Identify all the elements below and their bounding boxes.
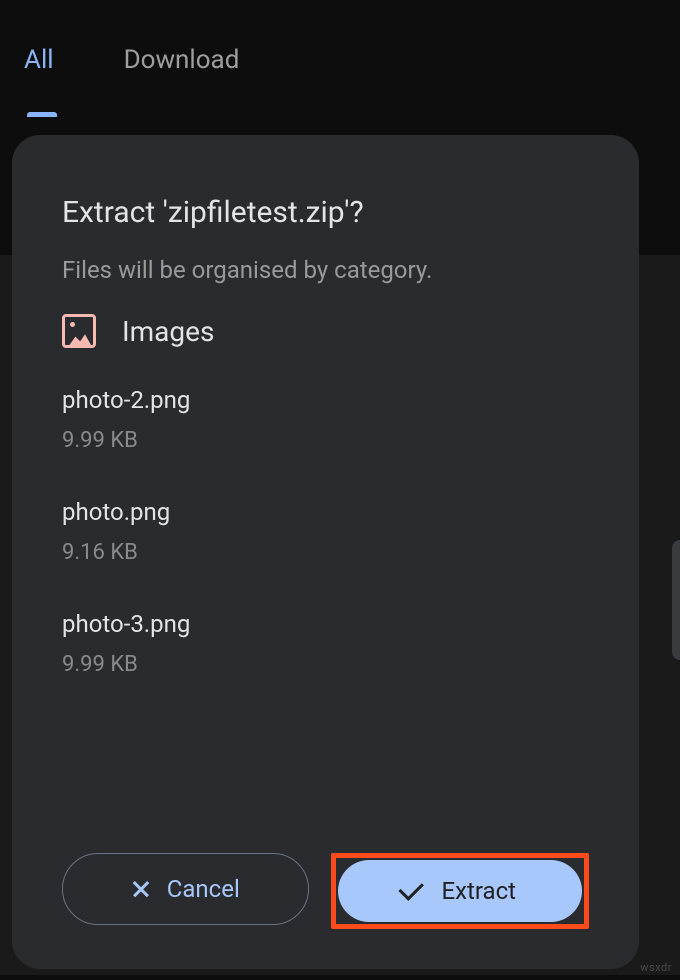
file-size: 9.99 KB: [62, 652, 589, 677]
close-icon: [131, 879, 151, 899]
check-icon: [399, 875, 424, 900]
list-item: photo-3.png 9.99 KB: [62, 610, 589, 677]
extract-button-label: Extract: [441, 877, 516, 905]
file-name: photo-2.png: [62, 386, 589, 414]
tab-bar: All Download: [0, 0, 680, 95]
file-name: photo.png: [62, 498, 589, 526]
extract-dialog: Extract 'zipfiletest.zip'? Files will be…: [12, 135, 639, 969]
tab-all[interactable]: All: [24, 45, 54, 95]
file-size: 9.16 KB: [62, 540, 589, 565]
cancel-button[interactable]: Cancel: [62, 853, 309, 925]
file-size: 9.99 KB: [62, 428, 589, 453]
file-list: photo-2.png 9.99 KB photo.png 9.16 KB ph…: [62, 386, 589, 833]
tab-download[interactable]: Download: [124, 45, 240, 95]
category-label: Images: [122, 315, 214, 348]
list-item: photo.png 9.16 KB: [62, 498, 589, 565]
extract-button[interactable]: Extract: [338, 860, 583, 922]
scroll-handle[interactable]: [672, 540, 680, 660]
watermark: wsxdr: [640, 961, 672, 974]
dialog-actions: Cancel Extract: [62, 833, 589, 929]
list-item: photo-2.png 9.99 KB: [62, 386, 589, 453]
dialog-title: Extract 'zipfiletest.zip'?: [62, 195, 589, 230]
highlight-box: Extract: [331, 853, 590, 929]
category-row: Images: [62, 314, 589, 348]
file-name: photo-3.png: [62, 610, 589, 638]
image-icon: [62, 314, 96, 348]
dialog-subtitle: Files will be organised by category.: [62, 256, 589, 284]
cancel-button-label: Cancel: [167, 875, 240, 903]
